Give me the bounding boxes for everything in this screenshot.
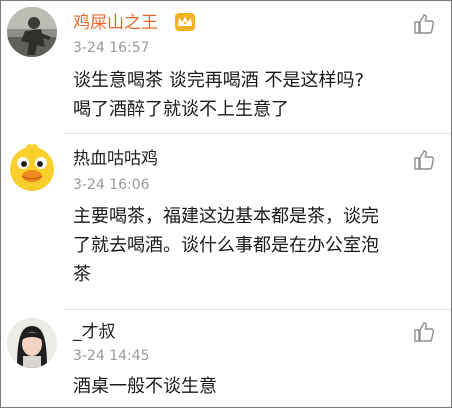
comment-text-line: 酒桌一般不谈生意: [73, 376, 217, 397]
girl-photo-avatar-icon: [7, 318, 57, 368]
comment-text-line: 谈生意喝茶 谈完再喝酒 不是这样吗?: [73, 70, 364, 91]
comment-text: 酒桌一般不谈生意: [73, 372, 433, 401]
comment-text-line: 了就去喝酒。谈什么事都是在办公室泡: [73, 235, 379, 256]
comment-timestamp: 3-24 16:06: [73, 177, 150, 193]
avatar[interactable]: [7, 318, 57, 368]
yellow-chick-avatar-icon: [7, 142, 57, 192]
comment-text-line: 茶: [73, 264, 91, 285]
comment-text: 谈生意喝茶 谈完再喝酒 不是这样吗? 喝了酒醉了就谈不上生意了: [73, 66, 433, 124]
comment-timestamp: 3-24 14:45: [73, 348, 150, 364]
thumbs-up-icon[interactable]: [413, 321, 435, 343]
avatar[interactable]: [7, 7, 57, 57]
comment-text: 主要喝茶，福建这边基本都是茶，谈完 了就去喝酒。谈什么事都是在办公室泡 茶: [73, 202, 433, 289]
man-photo-avatar-icon: [7, 7, 57, 57]
username[interactable]: _才叔: [73, 322, 116, 342]
comment-timestamp: 3-24 16:57: [73, 40, 150, 56]
comment-item: 热血咕咕鸡 3-24 16:06 主要喝茶，福建这边基本都是茶，谈完 了就去喝酒…: [1, 134, 451, 310]
comment-text-line: 喝了酒醉了就谈不上生意了: [73, 99, 289, 120]
thumbs-up-icon[interactable]: [413, 149, 435, 171]
thumbs-up-icon[interactable]: [413, 13, 435, 35]
comment-item: 鸡屎山之王 3-24 16:57 谈生意喝茶 谈完再喝酒 不是这样吗? 喝了酒醉…: [1, 1, 451, 134]
username[interactable]: 热血咕咕鸡: [73, 149, 158, 169]
comment-list: 鸡屎山之王 3-24 16:57 谈生意喝茶 谈完再喝酒 不是这样吗? 喝了酒醉…: [0, 0, 452, 408]
avatar[interactable]: [7, 142, 57, 192]
vip-crown-icon: [174, 12, 196, 32]
username[interactable]: 鸡屎山之王: [73, 13, 158, 33]
comment-text-line: 主要喝茶，福建这边基本都是茶，谈完: [73, 206, 379, 227]
comment-item: _才叔 3-24 14:45 酒桌一般不谈生意: [1, 310, 451, 407]
